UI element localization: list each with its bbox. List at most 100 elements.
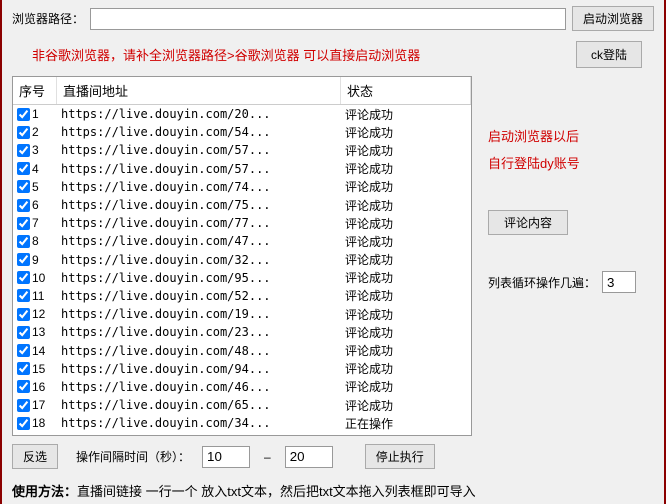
comment-content-button[interactable]: 评论内容 — [488, 210, 568, 235]
row-status: 评论成功 — [341, 251, 471, 268]
row-status: 评论成功 — [341, 160, 471, 177]
row-seq: 10 — [32, 271, 45, 285]
row-seq: 2 — [32, 125, 39, 139]
row-checkbox[interactable] — [17, 380, 30, 393]
row-checkbox[interactable] — [17, 217, 30, 230]
row-checkbox[interactable] — [17, 235, 30, 248]
row-url: https://live.douyin.com/46... — [57, 380, 341, 394]
row-status: 评论成功 — [341, 197, 471, 214]
row-seq: 12 — [32, 307, 45, 321]
room-table[interactable]: 序号 直播间地址 状态 1 https://live.douyin.com/20.… — [12, 76, 472, 436]
col-url: 直播间地址 — [57, 77, 341, 104]
row-status: 评论成功 — [341, 397, 471, 414]
row-seq: 1 — [32, 107, 39, 121]
row-checkbox[interactable] — [17, 144, 30, 157]
row-checkbox[interactable] — [17, 180, 30, 193]
loop-label: 列表循环操作几遍： — [488, 274, 596, 291]
row-status: 评论成功 — [341, 124, 471, 141]
table-row[interactable]: 6 https://live.douyin.com/75...评论成功 — [13, 196, 471, 214]
row-checkbox[interactable] — [17, 162, 30, 175]
launch-browser-button[interactable]: 启动浏览器 — [572, 6, 654, 31]
row-seq: 8 — [32, 234, 39, 248]
row-checkbox[interactable] — [17, 289, 30, 302]
row-url: https://live.douyin.com/23... — [57, 325, 341, 339]
table-row[interactable]: 4 https://live.douyin.com/57...评论成功 — [13, 160, 471, 178]
row-status: 评论成功 — [341, 178, 471, 195]
table-row[interactable]: 7 https://live.douyin.com/77...评论成功 — [13, 214, 471, 232]
interval-min-input[interactable] — [202, 446, 250, 468]
row-url: https://live.douyin.com/54... — [57, 125, 341, 139]
row-status: 评论成功 — [341, 287, 471, 304]
row-seq: 14 — [32, 344, 45, 358]
row-checkbox[interactable] — [17, 199, 30, 212]
row-seq: 13 — [32, 325, 45, 339]
table-row[interactable]: 16https://live.douyin.com/46...评论成功 — [13, 378, 471, 396]
table-row[interactable]: 2 https://live.douyin.com/54...评论成功 — [13, 123, 471, 141]
row-checkbox[interactable] — [17, 362, 30, 375]
stop-execute-button[interactable]: 停止执行 — [365, 444, 435, 469]
browser-path-input[interactable] — [90, 8, 566, 30]
interval-max-input[interactable] — [285, 446, 333, 468]
row-status: 正在操作 — [341, 415, 471, 432]
row-seq: 9 — [32, 253, 39, 267]
row-url: https://live.douyin.com/75... — [57, 198, 341, 212]
row-url: https://live.douyin.com/19... — [57, 307, 341, 321]
warning-text: 非谷歌浏览器，请补全浏览器路径>谷歌浏览器 可以直接启动浏览器 — [32, 45, 420, 64]
row-url: https://live.douyin.com/95... — [57, 271, 341, 285]
col-status: 状态 — [341, 77, 471, 104]
row-status: 评论成功 — [341, 324, 471, 341]
side-hint-2: 自行登陆dy账号 — [488, 153, 648, 172]
row-status: 评论成功 — [341, 342, 471, 359]
row-checkbox[interactable] — [17, 399, 30, 412]
row-status: 评论成功 — [341, 106, 471, 123]
row-checkbox[interactable] — [17, 108, 30, 121]
row-url: https://live.douyin.com/20... — [57, 107, 341, 121]
invert-selection-button[interactable]: 反选 — [12, 444, 58, 469]
table-row[interactable]: 5https://live.douyin.com/74...评论成功 — [13, 178, 471, 196]
table-row[interactable]: 8https://live.douyin.com/47...评论成功 — [13, 232, 471, 250]
row-seq: 6 — [32, 198, 39, 212]
row-status: 评论成功 — [341, 360, 471, 377]
table-row[interactable]: 13 https://live.douyin.com/23...评论成功 — [13, 323, 471, 341]
row-url: https://live.douyin.com/94... — [57, 362, 341, 376]
row-checkbox[interactable] — [17, 326, 30, 339]
row-checkbox[interactable] — [17, 253, 30, 266]
row-url: https://live.douyin.com/48... — [57, 344, 341, 358]
row-checkbox[interactable] — [17, 271, 30, 284]
row-checkbox[interactable] — [17, 126, 30, 139]
row-status: 评论成功 — [341, 306, 471, 323]
table-row[interactable]: 17https://live.douyin.com/65...评论成功 — [13, 396, 471, 414]
row-url: https://live.douyin.com/77... — [57, 216, 341, 230]
table-row[interactable]: 9https://live.douyin.com/32...评论成功 — [13, 251, 471, 269]
row-status: 评论成功 — [341, 378, 471, 395]
row-status: 评论成功 — [341, 269, 471, 286]
table-row[interactable]: 15 https://live.douyin.com/94...评论成功 — [13, 360, 471, 378]
row-seq: 4 — [32, 162, 39, 176]
table-row[interactable]: 14 https://live.douyin.com/48...评论成功 — [13, 341, 471, 359]
row-url: https://live.douyin.com/65... — [57, 398, 341, 412]
table-row[interactable]: 12 https://live.douyin.com/19...评论成功 — [13, 305, 471, 323]
row-seq: 15 — [32, 362, 45, 376]
side-hint-1: 启动浏览器以后 — [488, 126, 648, 145]
table-row[interactable]: 10 https://live.douyin.com/95...评论成功 — [13, 269, 471, 287]
usage-label: 使用方法： — [12, 484, 77, 499]
row-status: 评论成功 — [341, 233, 471, 250]
row-checkbox[interactable] — [17, 417, 30, 430]
row-seq: 7 — [32, 216, 39, 230]
browser-path-label: 浏览器路径： — [12, 10, 84, 27]
dash-separator: – — [264, 450, 271, 464]
row-url: https://live.douyin.com/57... — [57, 143, 341, 157]
loop-count-input[interactable] — [602, 271, 636, 293]
interval-label: 操作间隔时间（秒）： — [76, 448, 190, 465]
row-checkbox[interactable] — [17, 344, 30, 357]
row-url: https://live.douyin.com/74... — [57, 180, 341, 194]
table-row[interactable]: 1 https://live.douyin.com/20...评论成功 — [13, 105, 471, 123]
row-status: 评论成功 — [341, 215, 471, 232]
col-seq: 序号 — [13, 77, 57, 104]
ck-login-button[interactable]: ck登陆 — [576, 41, 642, 68]
table-row[interactable]: 11https://live.douyin.com/52...评论成功 — [13, 287, 471, 305]
row-url: https://live.douyin.com/57... — [57, 162, 341, 176]
table-row[interactable]: 18https://live.douyin.com/34...正在操作 — [13, 414, 471, 432]
table-row[interactable]: 3https://live.douyin.com/57...评论成功 — [13, 141, 471, 159]
row-checkbox[interactable] — [17, 308, 30, 321]
